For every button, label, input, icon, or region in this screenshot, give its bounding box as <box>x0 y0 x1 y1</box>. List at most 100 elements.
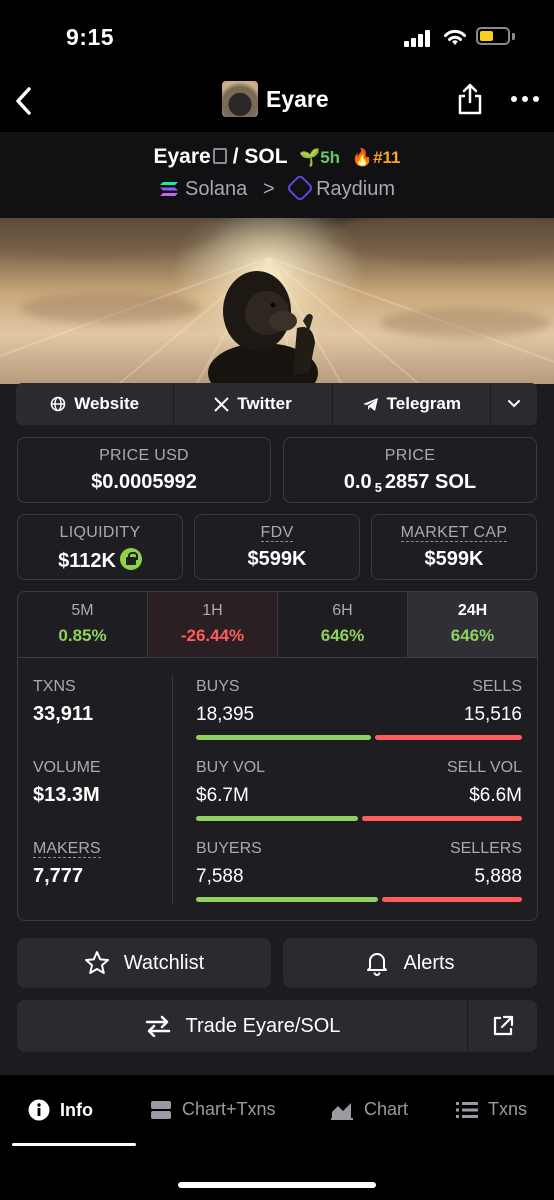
period-change: -26.44% <box>180 626 245 645</box>
market-cap-card[interactable]: MARKET CAP $599K <box>371 514 537 580</box>
buyers-label: BUYERS <box>196 840 262 857</box>
external-link-icon <box>493 1015 513 1036</box>
buyers-sellers-bar <box>196 897 522 902</box>
open-external-button[interactable] <box>467 1000 537 1052</box>
website-label: Website <box>74 394 140 413</box>
x-logo-icon <box>214 396 229 412</box>
nav-title: Eyare <box>222 81 329 117</box>
pair-separator: / <box>232 145 239 168</box>
period-tab-6h[interactable]: 6H 646% <box>278 592 408 657</box>
star-icon <box>84 951 109 974</box>
liquidity-label: LIQUIDITY <box>59 524 141 541</box>
sprout-icon: 🌱 <box>299 148 321 167</box>
more-links-dropdown[interactable] <box>491 383 537 425</box>
price-native-label: PRICE <box>384 447 436 464</box>
status-bar: 9:15 <box>0 0 554 72</box>
market-cap-label: MARKET CAP <box>400 524 508 542</box>
list-icon <box>456 1101 478 1118</box>
fdv-value: $599K <box>247 548 307 570</box>
swap-arrows-icon <box>145 1015 170 1037</box>
sells-label: SELLS <box>472 678 522 695</box>
sell-vol-value: $6.6M <box>469 785 522 806</box>
solana-icon <box>159 182 178 196</box>
pair-line: Eyare / SOL 🌱5h 🔥#11 <box>0 145 554 169</box>
chain-chevron: > <box>262 178 275 200</box>
liquidity-card: LIQUIDITY $112K <box>17 514 183 580</box>
fdv-label: FDV <box>260 524 294 542</box>
copy-icon[interactable] <box>212 148 227 164</box>
tab-info[interactable]: Info <box>28 1099 93 1121</box>
buy-vol-label: BUY VOL <box>196 759 266 776</box>
chart-txns-icon <box>151 1100 171 1119</box>
twitter-link[interactable]: Twitter <box>174 383 333 425</box>
fdv-card[interactable]: FDV $599K <box>194 514 360 580</box>
globe-icon <box>50 396 66 412</box>
tab-chart-txns[interactable]: Chart+Txns <box>150 1099 276 1120</box>
more-options-icon[interactable] <box>511 96 539 102</box>
period-tab-5m[interactable]: 5M 0.85% <box>18 592 148 657</box>
buys-value: 18,395 <box>196 704 255 725</box>
buy-vol-value: $6.7M <box>196 785 249 806</box>
buys-sells-row: BUYS SELLS 18,395 15,516 <box>196 678 522 740</box>
sellers-label: SELLERS <box>449 840 522 857</box>
watchlist-label: Watchlist <box>123 951 205 974</box>
tab-info-label: Info <box>60 1099 93 1120</box>
liquidity-lock-icon[interactable] <box>119 548 142 570</box>
period-tabs: 5M 0.85% 1H -26.44% 6H 646% 24H 646% <box>18 592 537 658</box>
token-banner-image <box>0 218 554 384</box>
token-avatar <box>222 81 258 117</box>
trade-button[interactable]: Trade Eyare/SOL <box>17 1000 467 1052</box>
pair-age: 🌱5h <box>299 148 341 167</box>
bell-icon <box>367 953 388 976</box>
trade-label: Trade Eyare/SOL <box>185 1014 341 1037</box>
info-icon <box>28 1099 50 1121</box>
watchlist-button[interactable]: Watchlist <box>17 938 271 988</box>
price-native-value: 0.0 5 2857 SOL <box>343 471 477 495</box>
active-tab-indicator <box>12 1143 136 1146</box>
battery-icon <box>476 27 510 45</box>
alerts-label: Alerts <box>403 951 455 974</box>
raydium-icon <box>285 173 315 203</box>
sells-value: 15,516 <box>463 704 522 725</box>
liquidity-value: $112K <box>18 548 182 573</box>
share-icon[interactable] <box>456 82 484 116</box>
telegram-link[interactable]: Telegram <box>333 383 491 425</box>
buy-sell-volume-bar <box>196 816 522 821</box>
fire-icon: 🔥 <box>351 148 374 167</box>
telegram-icon <box>362 397 378 411</box>
trending-rank: 🔥#11 <box>351 148 401 167</box>
chain-line: Solana > Raydium <box>0 173 554 203</box>
trade-bar: Trade Eyare/SOL <box>17 1000 537 1052</box>
period-change: 0.85% <box>58 626 107 645</box>
period-change: 646% <box>320 626 365 645</box>
website-link[interactable]: Website <box>16 383 175 425</box>
market-cap-value: $599K <box>424 548 484 570</box>
pair-base: Eyare <box>153 145 211 168</box>
buyers-value: 7,588 <box>196 866 244 887</box>
gorilla-figure <box>208 271 318 384</box>
stats-panel: 5M 0.85% 1H -26.44% 6H 646% 24H 646% TXN… <box>17 591 538 921</box>
home-indicator[interactable] <box>178 1182 376 1188</box>
sell-vol-label: SELL VOL <box>446 759 522 776</box>
twitter-label: Twitter <box>237 394 292 413</box>
nav-bar: Eyare <box>0 72 554 132</box>
tab-chart-txns-label: Chart+Txns <box>182 1099 276 1119</box>
buy-sell-volume-row: BUY VOL SELL VOL $6.7M $6.6M <box>196 759 522 821</box>
txns-value: 33,911 <box>33 703 94 725</box>
tab-txns-label: Txns <box>488 1099 528 1119</box>
txns-label: TXNS <box>33 678 76 695</box>
price-native-card: PRICE 0.0 5 2857 SOL <box>283 437 537 503</box>
alerts-button[interactable]: Alerts <box>283 938 537 988</box>
volume-label: VOLUME <box>33 759 101 776</box>
back-chevron-icon[interactable] <box>12 84 36 118</box>
period-tab-1h[interactable]: 1H -26.44% <box>148 592 278 657</box>
chain-name[interactable]: Solana <box>185 178 247 200</box>
tab-chart-label: Chart <box>364 1099 409 1119</box>
tab-chart[interactable]: Chart <box>330 1099 408 1120</box>
dex-name[interactable]: Raydium <box>316 178 395 200</box>
makers-label: MAKERS <box>33 840 101 858</box>
period-tab-24h[interactable]: 24H 646% <box>408 592 537 657</box>
tab-txns[interactable]: Txns <box>456 1099 527 1120</box>
price-usd-label: PRICE USD <box>99 447 189 464</box>
token-name: Eyare <box>266 85 329 112</box>
